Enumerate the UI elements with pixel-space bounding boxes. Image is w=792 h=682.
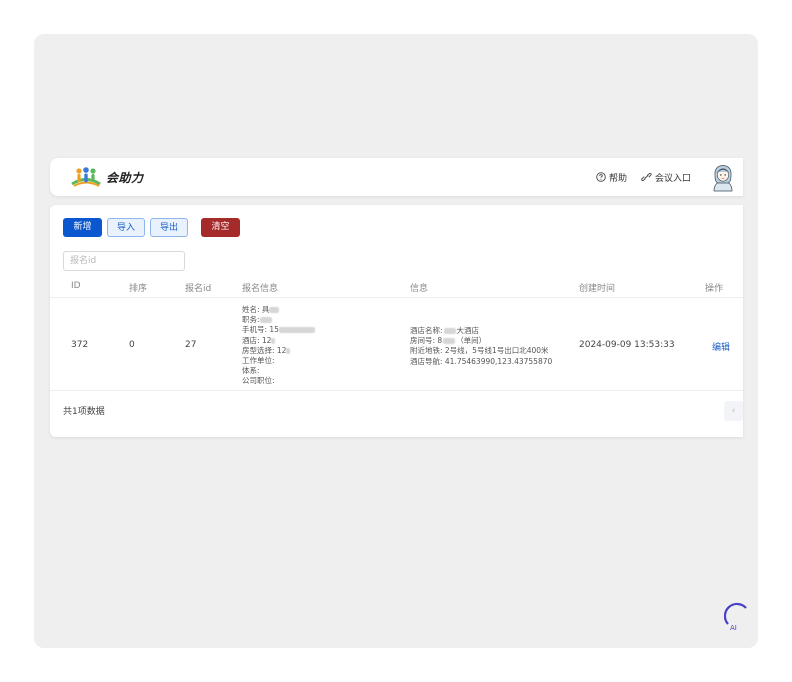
info-metro: 附近地铁: 2号线，5号线1号出口北400米 xyxy=(410,346,549,356)
avatar-icon[interactable] xyxy=(709,162,737,192)
meeting-entry-label: 会议入口 xyxy=(654,173,691,184)
column-header-signup-id: 报名id xyxy=(185,284,212,294)
cell-info: 酒店名称: 大酒店 房间号: 8 （单间） 附近地铁: 2号线，5号线1号出口北40… xyxy=(410,326,552,367)
export-button[interactable]: 导出 xyxy=(150,218,188,237)
prev-page-button[interactable]: ‹ xyxy=(724,401,743,421)
info-hotel-name-suffix: 大酒店 xyxy=(456,326,480,335)
logo[interactable]: 会助力 xyxy=(70,165,144,189)
signup-system: 体系: xyxy=(242,366,260,376)
content-card: 新增 导入 导出 清空 ID 排序 报名id 报名信息 信息 创建时间 操作 3… xyxy=(50,205,743,437)
cell-signup-id: 27 xyxy=(185,340,197,350)
help-link[interactable]: 帮助 xyxy=(596,171,627,184)
signup-company-position: 公司职位: xyxy=(242,376,275,386)
signup-id-search-input[interactable] xyxy=(63,251,185,271)
help-label: 帮助 xyxy=(608,173,627,184)
question-circle-icon xyxy=(596,172,606,182)
cell-signup-info: 姓名: 具 职务: 手机号: 15 酒店: 12 房型选择: 12 工作单位: … xyxy=(242,305,315,387)
cell-id: 372 xyxy=(71,340,89,350)
column-header-signup-info: 报名信息 xyxy=(242,284,279,294)
meeting-entry-link[interactable]: 会议入口 xyxy=(641,171,691,184)
signup-room-type: 房型选择: 12 xyxy=(242,345,287,355)
table-row: 372 0 27 姓名: 具 职务: 手机号: 15 酒店: 12 房型选择: … xyxy=(50,298,743,390)
table-header: ID 排序 报名id 报名信息 信息 创建时间 操作 xyxy=(50,275,743,297)
import-button[interactable]: 导入 xyxy=(107,218,145,237)
column-header-action: 操作 xyxy=(705,284,724,294)
total-count: 共1项数据 xyxy=(63,407,105,417)
column-header-id: ID xyxy=(71,281,81,291)
signup-phone: 手机号: 15 xyxy=(242,325,279,335)
screenshot-frame: 会助力 帮助 会议入口 新增 导入 导出 清空 报名id ID 排序 报名id … xyxy=(34,34,758,648)
clear-button[interactable]: 清空 xyxy=(201,218,240,237)
row-divider xyxy=(50,390,743,391)
signup-work-unit: 工作单位: xyxy=(242,356,275,366)
app-window: 会助力 帮助 会议入口 新增 导入 导出 清空 报名id ID 排序 报名id … xyxy=(50,158,743,578)
logo-icon xyxy=(71,167,101,187)
edit-link[interactable]: 编辑 xyxy=(712,340,730,353)
column-header-created: 创建时间 xyxy=(579,284,616,294)
column-header-info: 信息 xyxy=(410,284,429,294)
link-icon xyxy=(641,172,652,182)
cell-sort: 0 xyxy=(129,340,135,350)
svg-text:AI: AI xyxy=(730,624,737,632)
logo-text: 会助力 xyxy=(106,170,144,185)
info-hotel-name-prefix: 酒店名称: xyxy=(410,326,443,335)
signup-position: 职务: xyxy=(242,315,260,325)
info-room-no-suffix: （单间） xyxy=(456,336,487,346)
loading-spinner-icon: AI xyxy=(724,602,747,632)
top-header: 会助力 帮助 会议入口 xyxy=(50,158,743,196)
column-header-sort: 排序 xyxy=(129,284,148,294)
add-button[interactable]: 新增 xyxy=(63,218,102,237)
cell-created: 2024-09-09 13:53:33 xyxy=(579,340,675,350)
signup-hotel: 酒店: 12 xyxy=(242,335,272,345)
signup-name: 姓名: 具 xyxy=(242,305,270,314)
info-room-no-prefix: 房间号: 8 xyxy=(410,336,443,346)
info-nav: 酒店导航: 41.75463990,123.43755870 xyxy=(410,356,553,366)
header-actions: 帮助 会议入口 xyxy=(596,158,743,196)
